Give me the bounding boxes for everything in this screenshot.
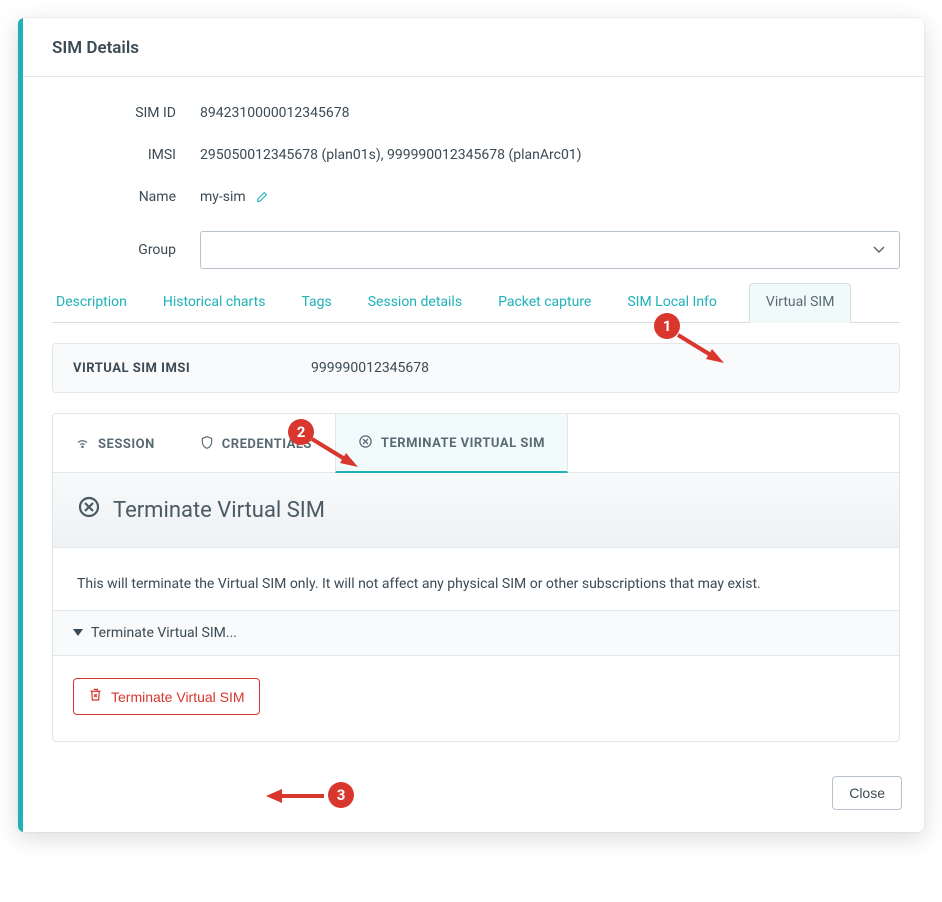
virtual-sim-imsi-label: VIRTUAL SIM IMSI: [73, 361, 311, 376]
modal-title: SIM Details: [18, 18, 924, 77]
imsi-value: 295050012345678 (plan01s), 9999900123456…: [200, 147, 900, 163]
annotation-1-badge: 1: [654, 313, 680, 339]
wifi-icon: [75, 435, 90, 454]
annotation-1-arrow: [676, 333, 726, 367]
terminate-button-label: Terminate Virtual SIM: [111, 689, 245, 705]
subtab-terminate[interactable]: TERMINATE VIRTUAL SIM: [335, 414, 568, 473]
virtual-sim-subcard: SESSION CREDENTIALS TERMINATE VIRTUAL SI…: [52, 413, 900, 742]
subtab-session-label: SESSION: [98, 437, 155, 452]
subtab-terminate-label: TERMINATE VIRTUAL SIM: [381, 436, 545, 451]
sub-tabs: SESSION CREDENTIALS TERMINATE VIRTUAL SI…: [53, 414, 899, 473]
modal-footer: Close: [18, 762, 924, 832]
tab-session-details[interactable]: Session details: [364, 284, 466, 322]
tab-virtual-sim[interactable]: Virtual SIM: [749, 283, 852, 323]
trash-icon: [88, 687, 103, 706]
field-sim-id: SIM ID 8942310000012345678: [52, 105, 900, 121]
terminate-virtual-sim-button[interactable]: Terminate Virtual SIM: [73, 678, 260, 715]
edit-icon[interactable]: [255, 191, 268, 204]
field-name: Name my-sim: [52, 189, 900, 205]
field-imsi: IMSI 295050012345678 (plan01s), 99999001…: [52, 147, 900, 163]
virtual-sim-imsi-value: 999990012345678: [311, 360, 429, 376]
subtab-session[interactable]: SESSION: [53, 414, 178, 472]
chevron-down-icon: [873, 242, 885, 258]
sim-details-modal: SIM Details SIM ID 8942310000012345678 I…: [18, 18, 924, 832]
caret-down-icon: [73, 625, 83, 641]
virtual-sim-imsi-panel: VIRTUAL SIM IMSI 999990012345678: [52, 343, 900, 393]
main-tabs: Description Historical charts Tags Sessi…: [52, 283, 900, 323]
tab-historical-charts[interactable]: Historical charts: [159, 284, 270, 322]
terminate-description: This will terminate the Virtual SIM only…: [53, 548, 899, 610]
circle-x-icon: [358, 434, 373, 453]
name-label: Name: [52, 189, 200, 205]
modal-body: SIM ID 8942310000012345678 IMSI 29505001…: [18, 77, 924, 762]
tab-tags[interactable]: Tags: [297, 284, 335, 322]
annotation-2-arrow: [310, 437, 360, 471]
name-value: my-sim: [200, 189, 246, 205]
imsi-label: IMSI: [52, 147, 200, 163]
close-button[interactable]: Close: [832, 776, 902, 810]
group-select[interactable]: [200, 231, 900, 269]
annotation-3-badge: 3: [328, 782, 354, 808]
group-label: Group: [52, 242, 200, 258]
sim-id-label: SIM ID: [52, 105, 200, 121]
terminate-action-row: Terminate Virtual SIM: [53, 656, 899, 741]
shield-icon: [200, 435, 214, 454]
sim-id-value: 8942310000012345678: [200, 105, 900, 121]
terminate-expander[interactable]: Terminate Virtual SIM...: [53, 610, 899, 656]
terminate-heading: Terminate Virtual SIM: [113, 498, 325, 523]
terminate-heading-row: Terminate Virtual SIM: [53, 473, 899, 548]
tab-packet-capture[interactable]: Packet capture: [494, 284, 595, 322]
annotation-3-arrow: [266, 787, 326, 805]
annotation-2-badge: 2: [288, 419, 314, 445]
field-group: Group: [52, 231, 900, 269]
circle-x-icon: [77, 495, 101, 525]
terminate-expander-label: Terminate Virtual SIM...: [91, 625, 237, 641]
tab-description[interactable]: Description: [52, 284, 131, 322]
